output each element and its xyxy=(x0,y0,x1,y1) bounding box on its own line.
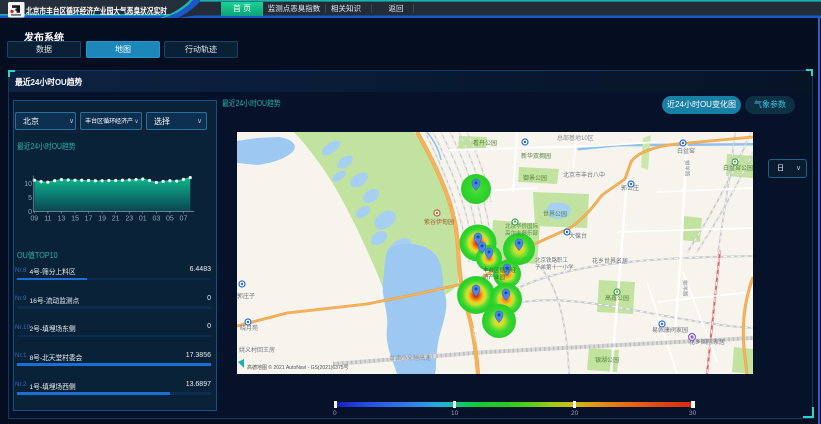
svg-text:北京华侨国际: 北京华侨国际 xyxy=(505,222,539,230)
svg-text:01: 01 xyxy=(139,216,147,223)
svg-text:高德地图 © 2021 AutoNavi - GS(2021: 高德地图 © 2021 AutoNavi - GS(2021)6375号 xyxy=(247,364,349,371)
svg-text:易佩康阀家园: 易佩康阀家园 xyxy=(652,326,688,334)
svg-text:10: 10 xyxy=(24,181,32,188)
svg-text:高尔夫俱乐部: 高尔夫俱乐部 xyxy=(505,229,539,237)
svg-text:花乡世界名居: 花乡世界名居 xyxy=(592,257,628,265)
svg-text:15: 15 xyxy=(71,216,79,223)
svg-text:13: 13 xyxy=(58,216,66,223)
svg-text:银湖公园: 银湖公园 xyxy=(595,356,619,364)
svg-text:西五环: 西五环 xyxy=(452,203,459,218)
svg-text:白盆窑: 白盆窑 xyxy=(677,147,695,155)
svg-text:07: 07 xyxy=(180,216,188,223)
svg-text:看丹公园: 看丹公园 xyxy=(473,139,497,147)
svg-text:丰台区循环经: 丰台区循环经 xyxy=(483,266,517,274)
svg-text:11: 11 xyxy=(44,216,51,223)
svg-text:御景公园: 御景公园 xyxy=(523,174,547,182)
svg-text:紫谷伊甸园: 紫谷伊甸园 xyxy=(424,218,454,226)
svg-text:北京铁路职工: 北京铁路职工 xyxy=(535,256,569,264)
svg-text:新华双拥园: 新华双拥园 xyxy=(521,152,551,160)
svg-text:09: 09 xyxy=(30,216,38,223)
svg-text:姚义村回王房: 姚义村回王房 xyxy=(239,346,275,354)
svg-text:济产业园: 济产业园 xyxy=(483,273,506,281)
svg-text:05: 05 xyxy=(166,216,174,223)
svg-text:北京市丰台八中: 北京市丰台八中 xyxy=(563,171,605,179)
svg-text:03: 03 xyxy=(152,216,160,223)
svg-text:白盆窑公园: 白盆窑公园 xyxy=(723,164,753,172)
svg-text:19: 19 xyxy=(98,216,106,223)
svg-text:23: 23 xyxy=(125,216,133,223)
svg-text:郭庄子: 郭庄子 xyxy=(237,292,255,300)
svg-text:17: 17 xyxy=(85,216,93,223)
svg-text:台津小朵睡高速: 台津小朵睡高速 xyxy=(389,354,431,362)
svg-text:子弟第十一小学: 子弟第十一小学 xyxy=(535,263,574,271)
svg-text:世界公园: 世界公园 xyxy=(543,210,567,218)
svg-text:21: 21 xyxy=(112,216,120,223)
svg-text:总部基地10区: 总部基地10区 xyxy=(557,134,594,142)
svg-text:5: 5 xyxy=(28,195,32,202)
svg-text:大葆台: 大葆台 xyxy=(569,232,587,240)
